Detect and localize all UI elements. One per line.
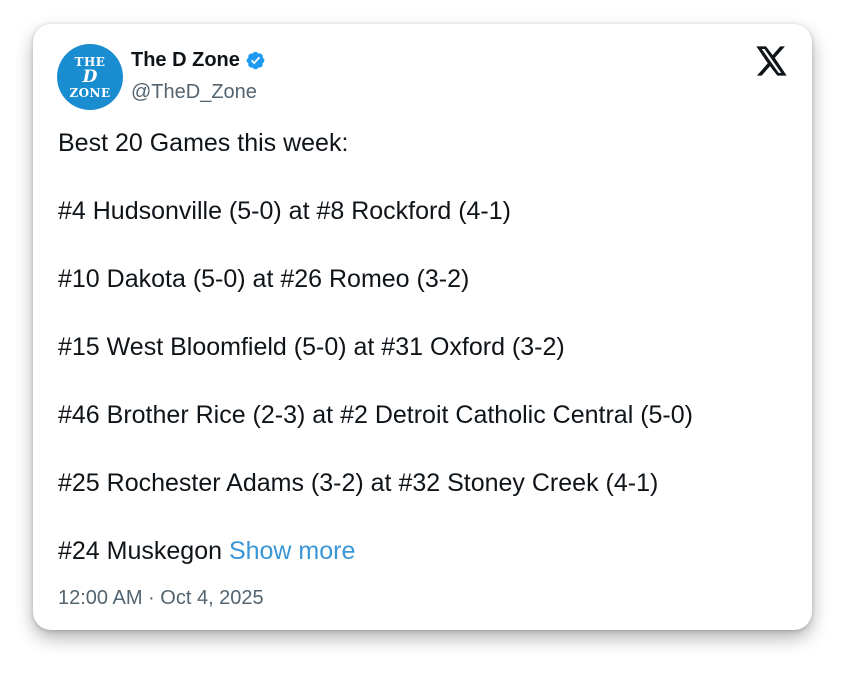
avatar-text-mid: D	[82, 66, 98, 87]
tweet-line: #15 West Bloomfield (5-0) at #31 Oxford …	[58, 333, 565, 361]
x-logo-icon[interactable]	[756, 46, 788, 76]
tweet-last-line-text: #24 Muskegon	[58, 537, 229, 565]
avatar[interactable]: THE D ZONE	[57, 44, 123, 110]
author-display-name[interactable]: The D Zone	[131, 49, 266, 72]
tweet-line: Best 20 Games this week:	[58, 129, 349, 157]
avatar-text-bottom: ZONE	[69, 85, 111, 100]
author-name-text: The D Zone	[131, 49, 240, 71]
verified-badge-icon	[245, 50, 266, 71]
tweet-line: #46 Brother Rice (2-3) at #2 Detroit Cat…	[58, 401, 693, 429]
avatar-text-top: THE	[74, 54, 106, 69]
tweet-line: #10 Dakota (5-0) at #26 Romeo (3-2)	[58, 265, 470, 293]
tweet-card[interactable]: THE D ZONE The D Zone @TheD_Zone Best 20…	[33, 24, 812, 630]
author-handle[interactable]: @TheD_Zone	[131, 81, 257, 104]
tweet-timestamp[interactable]: 12:00 AM · Oct 4, 2025	[58, 587, 264, 610]
tweet-line: #4 Hudsonville (5-0) at #8 Rockford (4-1…	[58, 197, 511, 225]
tweet-line: #25 Rochester Adams (3-2) at #32 Stoney …	[58, 469, 659, 497]
show-more-link[interactable]: Show more	[229, 537, 355, 565]
tweet-text: Best 20 Games this week: #4 Hudsonville …	[58, 128, 788, 604]
